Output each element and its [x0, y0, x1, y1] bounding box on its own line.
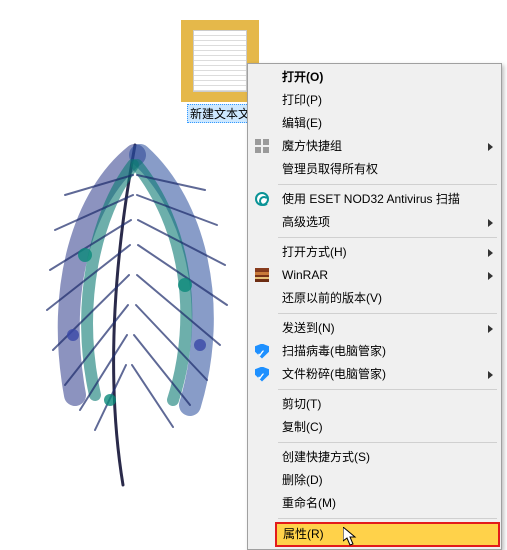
menu-cut[interactable]: 剪切(T)	[276, 393, 499, 416]
file-label: 新建文本文	[187, 104, 253, 123]
menu-magic-group[interactable]: 魔方快捷组	[276, 135, 499, 158]
menu-eset-scan[interactable]: 使用 ESET NOD32 Antivirus 扫描	[276, 188, 499, 211]
menu-separator	[278, 389, 497, 390]
menu-open-with[interactable]: 打开方式(H)	[276, 241, 499, 264]
chevron-right-icon	[488, 371, 493, 379]
menu-rename[interactable]: 重命名(M)	[276, 492, 499, 515]
menu-create-shortcut[interactable]: 创建快捷方式(S)	[276, 446, 499, 469]
menu-file-shred[interactable]: 文件粉碎(电脑管家)	[276, 363, 499, 386]
chevron-right-icon	[488, 325, 493, 333]
menu-edit[interactable]: 编辑(E)	[276, 112, 499, 135]
shield-icon	[254, 366, 270, 382]
chevron-right-icon	[488, 143, 493, 151]
menu-virus-scan[interactable]: 扫描病毒(电脑管家)	[276, 340, 499, 363]
menu-winrar[interactable]: WinRAR	[276, 264, 499, 287]
menu-separator	[278, 313, 497, 314]
chevron-right-icon	[488, 219, 493, 227]
grid-icon	[254, 138, 270, 154]
menu-restore-previous[interactable]: 还原以前的版本(V)	[276, 287, 499, 310]
menu-send-to[interactable]: 发送到(N)	[276, 317, 499, 340]
menu-copy[interactable]: 复制(C)	[276, 416, 499, 439]
cursor-icon	[343, 527, 359, 547]
menu-separator	[278, 237, 497, 238]
menu-delete[interactable]: 删除(D)	[276, 469, 499, 492]
chevron-right-icon	[488, 272, 493, 280]
menu-print[interactable]: 打印(P)	[276, 89, 499, 112]
menu-advanced-options[interactable]: 高级选项	[276, 211, 499, 234]
wallpaper-feather	[25, 135, 245, 495]
chevron-right-icon	[488, 249, 493, 257]
menu-separator	[278, 442, 497, 443]
menu-open[interactable]: 打开(O)	[276, 66, 499, 89]
context-menu: 打开(O) 打印(P) 编辑(E) 魔方快捷组 管理员取得所有权 使用 ESET…	[247, 63, 502, 550]
winrar-icon	[254, 267, 270, 283]
eset-icon	[254, 191, 270, 207]
shield-icon	[254, 343, 270, 359]
menu-admin-ownership[interactable]: 管理员取得所有权	[276, 158, 499, 181]
menu-separator	[278, 184, 497, 185]
menu-separator	[278, 518, 497, 519]
menu-properties[interactable]: 属性(R)	[275, 522, 500, 547]
